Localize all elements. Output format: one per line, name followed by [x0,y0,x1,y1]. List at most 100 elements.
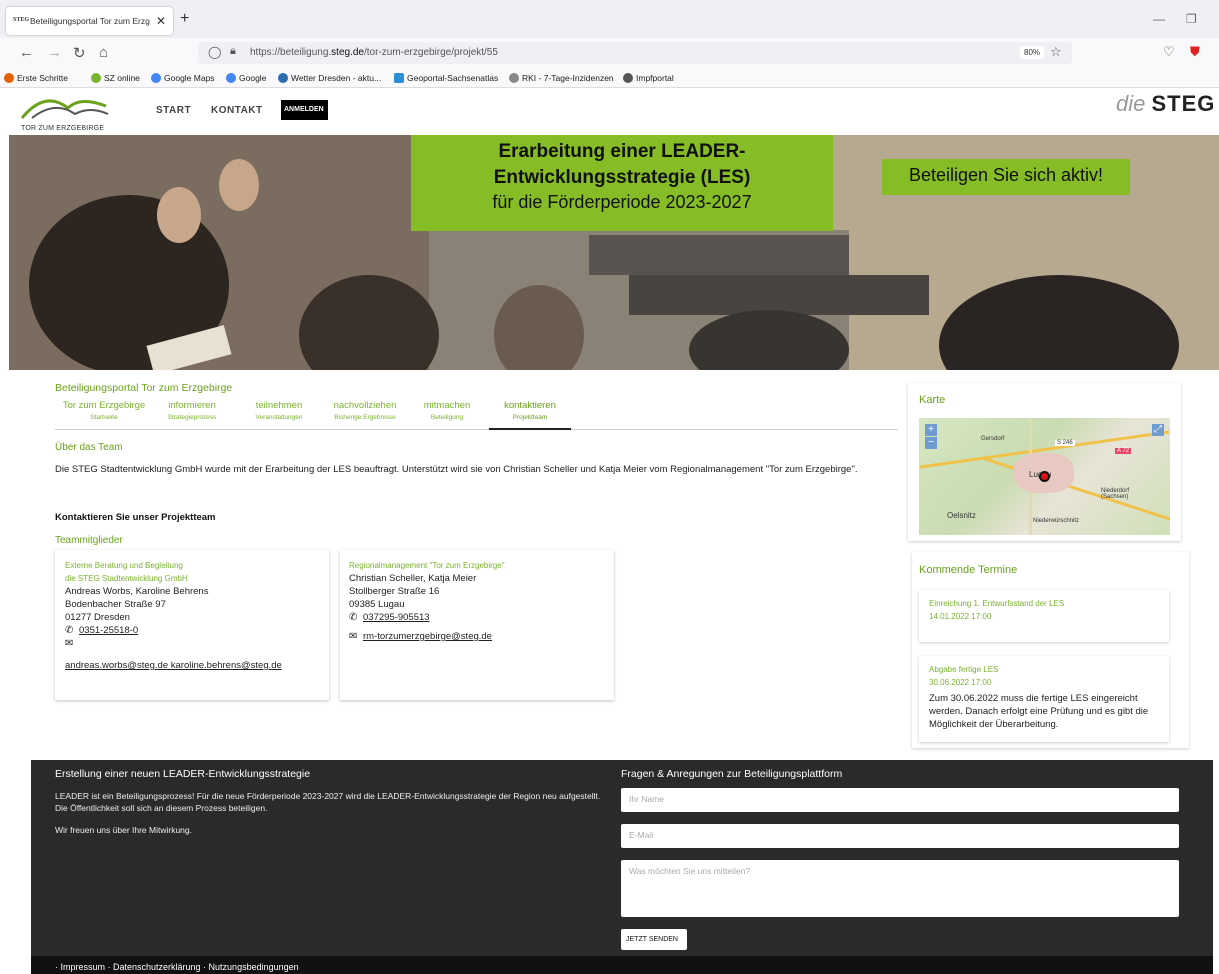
nav-kontakt[interactable]: KONTAKT [211,105,263,116]
pocket-icon[interactable]: ♡ [1163,44,1175,60]
portal-title: Beteiligungsportal Tor zum Erzgebirge [55,382,233,394]
zoom-in-icon[interactable]: + [925,424,937,436]
tab-bar: STEG Beteiligungsportal Tor zum Erzg ✕ +… [0,0,1219,38]
map-pin-icon[interactable] [1039,471,1050,482]
bookmark-item[interactable]: Google [226,73,266,83]
email-input[interactable]: E-Mail [621,824,1179,848]
footer-links[interactable]: · Impressum · Datenschutzerklärung · Nut… [31,956,1213,974]
forward-icon[interactable]: → [47,44,62,61]
login-button[interactable]: ANMELDEN [281,100,328,120]
tab-kontaktieren[interactable]: kontaktieren Projektteam [489,400,571,430]
card-names: Christian Scheller, Katja Meier [349,573,477,584]
contact-heading: Kontaktieren Sie unser Projektteam [55,512,216,523]
geoportal-icon [394,73,404,83]
bookmark-item[interactable]: Impfportal [623,73,674,83]
event-item[interactable]: Einreichung 1. Entwurfsstand der LES 14.… [919,590,1169,642]
portal-subnav: Tor zum Erzgebirge Startseite informieren… [55,400,898,430]
mail-icon: ✉ [65,638,74,649]
email-link[interactable]: rm-torzumerzgebirge@steg.de [363,631,492,642]
tab-title: Beteiligungsportal Tor zum Erzg [30,16,150,26]
tab-teilnehmen[interactable]: teilnehmen Veranstaltungen [237,400,321,421]
tab-mitmachen[interactable]: mitmachen Beteiligung [417,400,477,421]
tab-startseite[interactable]: Tor zum Erzgebirge Startseite [55,400,153,421]
reload-icon[interactable]: ↻ [73,44,86,62]
lock-icon[interactable]: 🔒︎ [230,45,236,58]
card-street: Bodenbacher Straße 97 [65,599,166,610]
bookmark-item[interactable]: Geoportal-Sachsenatlas [394,73,498,83]
url-bar[interactable]: ◯ 🔒︎ https://beteiligung.steg.de/tor-zum… [198,42,1072,64]
google-icon [151,73,161,83]
home-icon[interactable]: ⌂ [99,44,108,61]
url-text[interactable]: https://beteiligung.steg.de/tor-zum-erzg… [250,47,498,58]
card-names: Andreas Worbs, Karoline Behrens [65,586,209,597]
bookmark-item[interactable]: Google Maps [151,73,215,83]
globe-icon [623,73,633,83]
browser-tab[interactable]: STEG Beteiligungsportal Tor zum Erzg ✕ [6,7,173,35]
email-link[interactable]: andreas.worbs@steg.de karoline.behrens@s… [65,660,282,671]
event-title: Abgabe fertige LES [929,665,999,674]
steg-logo[interactable]: die STEG [1116,91,1215,117]
card-company: die STEG Stadtentwicklung GmbH [65,574,188,583]
message-textarea[interactable]: Was möchten Sie uns mitteilen? [621,860,1179,917]
event-description: Zum 30.06.2022 muss die fertige LES eing… [929,693,1149,730]
new-tab-icon[interactable]: + [180,10,189,28]
contact-card-regionalmanagement: Regionalmanagement "Tor zum Erzgebirge" … [340,550,614,700]
footer-left-text: LEADER ist ein Beteiligungsprozess! Für … [55,791,601,813]
hero-title-line2: Entwicklungsstrategie (LES) [493,167,751,188]
footer-left-text2: Wir freuen uns über Ihre Mitwirkung. [55,825,192,835]
bookmark-item[interactable]: Wetter Dresden - aktu... [278,73,381,83]
send-button[interactable]: JETZT SENDEN [621,929,687,950]
map-label: Niederwürschnitz [1033,518,1080,524]
phone-link[interactable]: 0351-25518-0 [79,625,138,636]
event-date: 30.06.2022 17:00 [929,678,992,687]
card-city: 09385 Lugau [349,599,405,610]
card-city: 01277 Dresden [65,612,130,623]
mail-icon: ✉ [349,631,358,642]
card-street: Stollberger Straße 16 [349,586,440,597]
hero-banner: Erarbeitung einer LEADER- Entwicklungsst… [9,135,1219,370]
logo-caption: TOR ZUM ERZGEBIRGE [21,125,105,132]
phone-icon: ✆ [65,625,74,636]
steg-favicon-icon: STEG [13,17,30,23]
events-title: Kommende Termine [919,564,1018,576]
members-heading: Teammitglieder [55,535,123,546]
bookmark-item[interactable]: SZ online [91,73,140,83]
tab-nachvollziehen[interactable]: nachvollziehen Bisherige Ergebnisse [321,400,409,421]
event-title: Einreichung 1. Entwurfsstand der LES [929,599,1065,608]
footer-left-title: Erstellung einer neuen LEADER-Entwicklun… [55,768,311,780]
nav-start[interactable]: START [156,105,191,116]
ublock-shield-icon[interactable]: ⛊ [1190,44,1200,60]
contact-card-steg: Externe Beratung und Begleitung die STEG… [55,550,329,700]
google-icon [226,73,236,83]
card-label: Regionalmanagement "Tor zum Erzgebirge" [349,561,505,570]
phone-link[interactable]: 037295-905513 [363,612,430,623]
map-label: S 246 [1055,440,1075,446]
tracking-shield-icon[interactable]: ◯ [208,45,221,59]
map[interactable]: Gersdorf S 246 A 72 Lugau Niederdorf (Sa… [919,418,1170,535]
phone-icon: ✆ [349,612,358,623]
tab-informieren[interactable]: informieren Strategieprozess [155,400,229,421]
event-date: 14.01.2022 17:00 [929,612,992,621]
close-tab-icon[interactable]: ✕ [156,14,166,28]
back-icon[interactable]: ← [19,44,34,61]
bookmark-star-icon[interactable]: ☆ [1050,44,1062,60]
restore-icon[interactable]: ❐ [1186,12,1197,26]
bookmark-item[interactable]: Erste Schritte [4,73,68,83]
team-intro: Die STEG Stadtentwicklung GmbH wurde mit… [55,464,858,475]
zoom-out-icon[interactable]: − [925,437,937,449]
section-title: Über das Team [55,442,123,453]
tor-zum-erzgebirge-logo[interactable] [20,88,110,126]
name-input[interactable]: Ihr Name [621,788,1179,812]
hero-cta-banner[interactable]: Beteiligen Sie sich aktiv! [882,159,1130,195]
weather-icon [278,73,288,83]
bookmark-item[interactable]: RKI - 7-Tage-Inzidenzen [509,73,614,83]
map-label: Oelsnitz [947,511,976,520]
map-label: A 72 [1115,448,1132,454]
footer-right-title: Fragen & Anregungen zur Beteiligungsplat… [621,768,843,780]
hero-title-box: Erarbeitung einer LEADER- Entwicklungsst… [411,135,833,231]
footer: Erstellung einer neuen LEADER-Entwicklun… [31,760,1213,956]
event-item[interactable]: Abgabe fertige LES 30.06.2022 17:00 Zum … [919,656,1169,742]
minimize-icon[interactable]: — [1153,12,1165,26]
fullscreen-icon[interactable]: ⤢ [1152,424,1164,436]
zoom-level[interactable]: 80% [1020,46,1045,59]
